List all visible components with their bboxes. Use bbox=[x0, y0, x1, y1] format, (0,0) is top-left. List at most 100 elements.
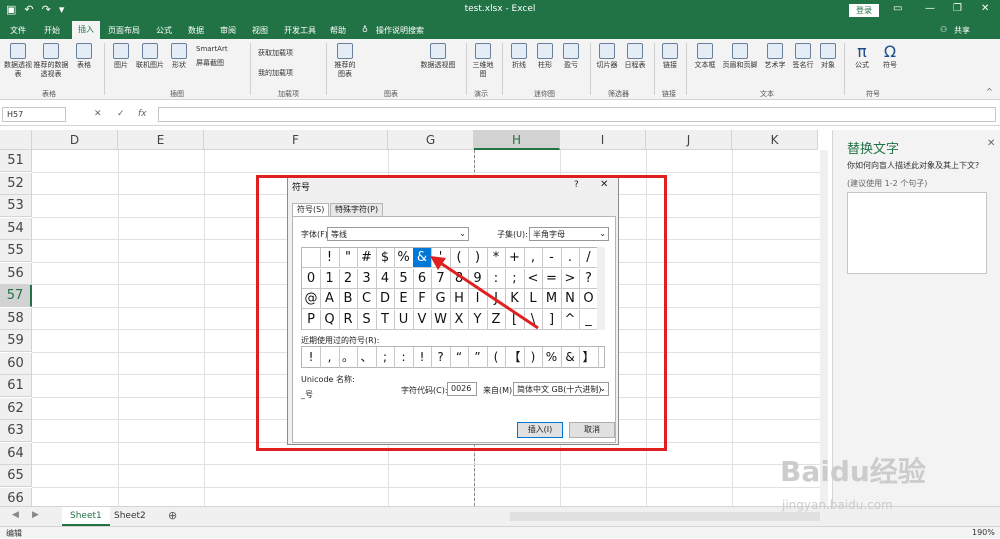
row-header[interactable]: 62 bbox=[0, 397, 32, 420]
zoom-level[interactable]: 190% bbox=[972, 528, 995, 537]
formula-input[interactable] bbox=[158, 107, 996, 122]
enter-icon[interactable]: ✓ bbox=[117, 109, 125, 119]
recommended-pivottable-button[interactable]: 推荐的数据透视表 bbox=[32, 43, 70, 79]
tab-help[interactable]: 帮助 bbox=[330, 25, 346, 36]
get-addins-button[interactable]: 获取加载项 bbox=[258, 49, 318, 58]
slicer-button[interactable]: 切片器 bbox=[594, 43, 620, 70]
row-header[interactable]: 59 bbox=[0, 330, 32, 352]
menu-bar: 文件 开始 插入 页面布局 公式 数据 审阅 视图 开发工具 帮助 ♁ 操作说明… bbox=[0, 21, 1000, 39]
pictures-button[interactable]: 图片 bbox=[110, 43, 132, 70]
horizontal-scrollbar[interactable] bbox=[510, 512, 820, 521]
link-button[interactable]: 链接 bbox=[660, 43, 680, 70]
sparkline-winloss-button[interactable]: 盈亏 bbox=[560, 43, 582, 70]
column-header[interactable]: G bbox=[388, 130, 474, 150]
row-header[interactable]: 66 bbox=[0, 487, 32, 506]
screenshot-button[interactable]: 屏幕截图 bbox=[196, 59, 246, 68]
minimize-icon[interactable]: — bbox=[925, 3, 935, 14]
sparkline-column-button[interactable]: 柱形 bbox=[534, 43, 556, 70]
row-header[interactable]: 60 bbox=[0, 352, 32, 375]
row-header[interactable]: 57 bbox=[0, 285, 32, 307]
ribbon-separator bbox=[654, 43, 655, 95]
row-header[interactable]: 53 bbox=[0, 195, 32, 217]
gridline bbox=[32, 486, 828, 488]
textbox-button[interactable]: 文本框 bbox=[692, 43, 718, 70]
row-header[interactable]: 64 bbox=[0, 442, 32, 465]
shapes-button[interactable]: 形状 bbox=[168, 43, 190, 70]
insert-function-icon[interactable]: fx bbox=[138, 109, 147, 119]
pivotchart-button[interactable]: 数据透视图 bbox=[418, 43, 458, 70]
signature-line-button[interactable]: 签名行 bbox=[790, 43, 816, 70]
row-header[interactable]: 52 bbox=[0, 172, 32, 195]
row-header[interactable]: 56 bbox=[0, 262, 32, 285]
sheet-tab-sheet1[interactable]: Sheet1 bbox=[62, 507, 110, 526]
row-header[interactable]: 54 bbox=[0, 217, 32, 240]
gridline bbox=[32, 171, 828, 173]
tab-scroll-left-icon[interactable]: ◀ bbox=[12, 510, 19, 520]
tab-insert[interactable]: 插入 bbox=[72, 21, 100, 39]
signature-icon bbox=[795, 43, 811, 59]
column-header[interactable]: H bbox=[474, 130, 560, 150]
close-icon[interactable]: ✕ bbox=[981, 3, 989, 14]
smartart-button[interactable]: SmartArt bbox=[196, 45, 242, 54]
column-header[interactable]: E bbox=[118, 130, 204, 150]
row-header[interactable]: 65 bbox=[0, 465, 32, 487]
column-header[interactable]: I bbox=[560, 130, 646, 150]
pivottable-button[interactable]: 数据透视表 bbox=[4, 43, 32, 79]
table-button[interactable]: 表格 bbox=[72, 43, 96, 70]
pivottable-icon bbox=[10, 43, 26, 59]
column-header[interactable]: F bbox=[204, 130, 388, 150]
tab-scroll-right-icon[interactable]: ▶ bbox=[32, 510, 39, 520]
column-header[interactable]: J bbox=[646, 130, 732, 150]
collapse-ribbon-icon[interactable]: ^ bbox=[986, 87, 993, 96]
pane-close-icon[interactable]: ✕ bbox=[987, 138, 995, 149]
status-mode: 编辑 bbox=[6, 529, 22, 538]
sheet-tab-sheet2[interactable]: Sheet2 bbox=[106, 507, 154, 526]
recommended-charts-button[interactable]: 推荐的图表 bbox=[332, 43, 358, 79]
online-pictures-button[interactable]: 联机图片 bbox=[134, 43, 166, 70]
tab-view[interactable]: 视图 bbox=[252, 25, 268, 36]
group-addins: 加载项 bbox=[278, 90, 299, 98]
name-box[interactable]: H57 bbox=[2, 107, 66, 122]
header-footer-button[interactable]: 页眉和页脚 bbox=[720, 43, 760, 70]
tab-developer[interactable]: 开发工具 bbox=[284, 25, 316, 36]
select-all-corner[interactable] bbox=[0, 130, 32, 150]
3d-map-button[interactable]: 三维地图 bbox=[470, 43, 496, 79]
row-header[interactable]: 55 bbox=[0, 240, 32, 262]
row-header[interactable]: 51 bbox=[0, 150, 32, 172]
tab-formulas[interactable]: 公式 bbox=[156, 25, 172, 36]
symbol-button[interactable]: Ω 符号 bbox=[878, 43, 902, 70]
row-header[interactable]: 58 bbox=[0, 307, 32, 330]
cancel-icon[interactable]: ✕ bbox=[94, 109, 102, 119]
sparkline-line-button[interactable]: 折线 bbox=[508, 43, 530, 70]
ribbon-options-icon[interactable]: ▭ bbox=[893, 3, 902, 14]
tab-data[interactable]: 数据 bbox=[188, 25, 204, 36]
slicer-icon bbox=[599, 43, 615, 59]
restore-icon[interactable]: ❐ bbox=[953, 3, 962, 14]
alt-text-input[interactable] bbox=[847, 192, 987, 274]
column-header[interactable]: K bbox=[732, 130, 818, 150]
chart-icon bbox=[337, 43, 353, 59]
tab-home[interactable]: 开始 bbox=[44, 25, 60, 36]
ribbon-separator bbox=[844, 43, 845, 95]
object-button[interactable]: 对象 bbox=[818, 43, 838, 70]
tab-review[interactable]: 审阅 bbox=[220, 25, 236, 36]
user-icon[interactable]: ⚇ bbox=[940, 25, 947, 34]
login-button[interactable]: 登录 bbox=[849, 4, 879, 17]
column-header[interactable]: D bbox=[32, 130, 118, 150]
equation-button[interactable]: π 公式 bbox=[850, 43, 874, 70]
add-sheet-icon[interactable]: ⊕ bbox=[168, 509, 177, 522]
row-header[interactable]: 63 bbox=[0, 420, 32, 442]
group-symbols: 符号 bbox=[866, 90, 880, 98]
tab-file[interactable]: 文件 bbox=[10, 25, 26, 36]
group-sparklines: 迷你图 bbox=[534, 90, 555, 98]
share-button[interactable]: 共享 bbox=[954, 25, 970, 36]
tab-page-layout[interactable]: 页面布局 bbox=[108, 25, 140, 36]
my-addins-button[interactable]: 我的加载项 bbox=[258, 69, 318, 78]
textbox-icon bbox=[697, 43, 713, 59]
row-header[interactable]: 61 bbox=[0, 375, 32, 397]
timeline-button[interactable]: 日程表 bbox=[622, 43, 648, 70]
tell-me-search[interactable]: 操作说明搜索 bbox=[376, 25, 424, 36]
pivotchart-icon bbox=[430, 43, 446, 59]
wordart-button[interactable]: 艺术字 bbox=[762, 43, 788, 70]
winloss-sparkline-icon bbox=[563, 43, 579, 59]
